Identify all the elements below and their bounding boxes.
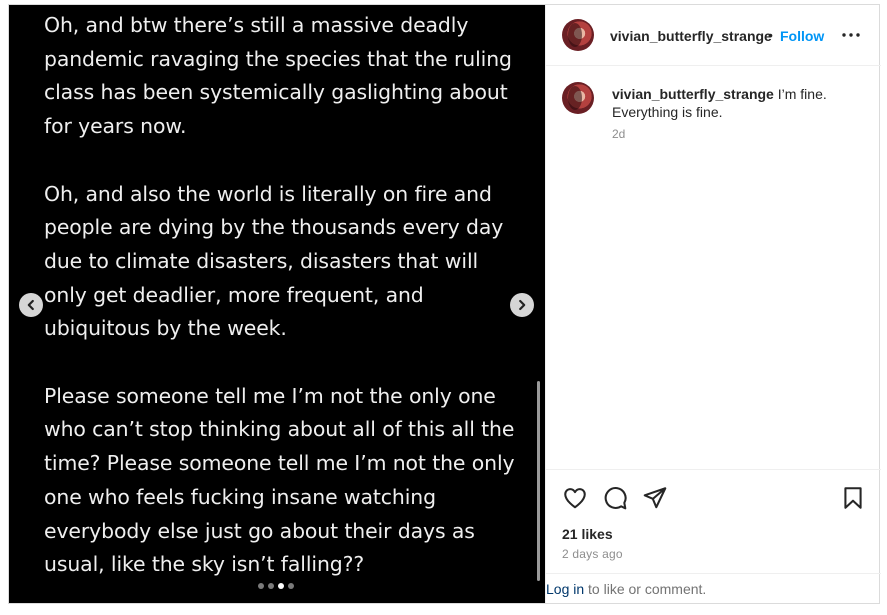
image-paragraph-3: Please someone tell me I’m not the only … — [44, 383, 515, 577]
action-bar: 21 likes 2 days ago — [546, 469, 881, 573]
login-prompt: Log in to like or comment. — [546, 573, 881, 603]
post-dialog: Oh, and btw there’s still a massive dead… — [8, 4, 881, 604]
follow-button[interactable]: Follow — [780, 28, 824, 44]
previous-slide-button[interactable] — [19, 293, 43, 317]
post-header: vivian_butterfly_strange • Follow — [546, 5, 881, 66]
avatar[interactable] — [562, 19, 594, 51]
author-username[interactable]: vivian_butterfly_strange — [610, 28, 772, 44]
caption-avatar[interactable] — [562, 82, 594, 114]
carousel-dot — [278, 583, 284, 589]
image-scrollbar — [537, 381, 540, 581]
caption-timestamp: 2d — [612, 127, 626, 141]
carousel-dot — [268, 583, 274, 589]
image-paragraph-2: Oh, and also the world is literally on f… — [44, 181, 504, 341]
next-slide-button[interactable] — [510, 293, 534, 317]
like-button[interactable] — [562, 485, 588, 511]
heart-icon — [564, 488, 586, 509]
likes-count[interactable]: 21 likes — [562, 526, 613, 542]
login-prompt-text: to like or comment. — [584, 581, 707, 597]
caption-username[interactable]: vivian_butterfly_strange — [612, 86, 774, 102]
save-button[interactable] — [840, 485, 866, 511]
more-options-button[interactable] — [841, 25, 861, 45]
share-button[interactable] — [642, 485, 668, 511]
comment-button[interactable] — [602, 485, 628, 511]
share-icon — [643, 487, 667, 509]
carousel-dot — [258, 583, 264, 589]
image-paragraph-1: Oh, and btw there’s still a massive dead… — [44, 13, 512, 139]
carousel-indicator — [258, 583, 294, 589]
post-details-panel: vivian_butterfly_strange • Follow vivian… — [545, 5, 881, 603]
caption: vivian_butterfly_strange I’m fine. Every… — [612, 85, 867, 121]
post-image-text: Oh, and btw there’s still a massive dead… — [44, 9, 524, 582]
media-panel: Oh, and btw there’s still a massive dead… — [9, 5, 545, 603]
bookmark-icon — [844, 487, 862, 509]
more-icon — [842, 33, 860, 37]
chevron-left-icon — [27, 299, 34, 311]
login-link[interactable]: Log in — [546, 581, 584, 597]
separator-dot: • — [768, 27, 773, 43]
comment-icon — [604, 487, 627, 510]
carousel-dot — [288, 583, 294, 589]
post-date[interactable]: 2 days ago — [562, 547, 623, 561]
chevron-right-icon — [519, 299, 526, 311]
